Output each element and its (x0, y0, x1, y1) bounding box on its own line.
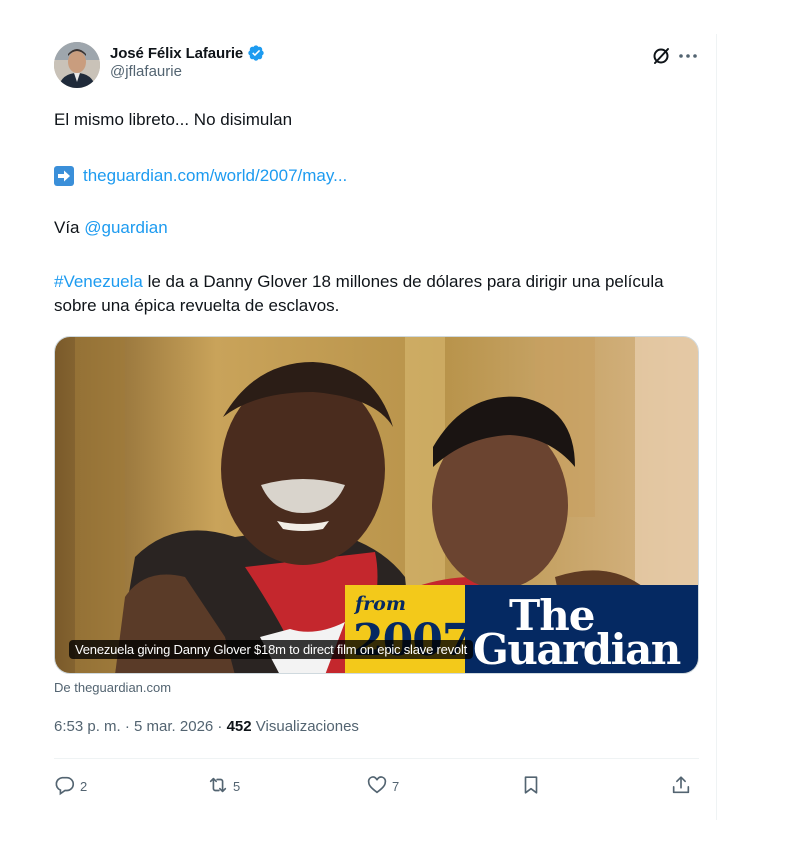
like-count: 7 (392, 779, 400, 794)
guardian-from-box: from 2007 (345, 585, 472, 673)
view-count: 452 (226, 718, 252, 735)
divider (54, 758, 699, 759)
bookmark-icon (520, 774, 542, 799)
reply-count: 2 (80, 779, 88, 794)
display-name[interactable]: José Félix Lafaurie (110, 45, 243, 62)
via-prefix: Vía (54, 218, 85, 237)
grok-icon[interactable] (651, 46, 671, 66)
via-line: Vía @guardian (54, 216, 168, 240)
reply-icon (54, 774, 76, 799)
more-icon[interactable] (677, 46, 699, 66)
tweet-header: José Félix Lafaurie @jflafaurie (54, 42, 699, 90)
timestamp[interactable]: 6:53 p. m. · 5 mar. 2026 · (54, 718, 227, 735)
link-card[interactable]: from 2007 The Guardian Venezuela giving … (54, 336, 699, 674)
repost-count: 5 (233, 779, 241, 794)
like-button[interactable]: 7 (366, 774, 399, 799)
author-names: José Félix Lafaurie @jflafaurie (110, 44, 265, 80)
tweet-body-text: le da a Danny Glover 18 millones de dóla… (54, 272, 664, 315)
reply-button[interactable]: 2 (54, 774, 87, 799)
brand-name: Guardian (473, 625, 681, 674)
like-icon (366, 774, 388, 799)
hashtag-venezuela[interactable]: #Venezuela (54, 272, 143, 291)
tweet-body: #Venezuela le da a Danny Glover 18 millo… (54, 270, 699, 318)
bookmark-button[interactable] (520, 774, 542, 799)
share-button[interactable] (670, 774, 692, 799)
tweet: José Félix Lafaurie @jflafaurie El mismo… (54, 42, 699, 796)
share-icon (670, 774, 692, 799)
action-bar: 2 5 7 (54, 774, 699, 802)
tweet-link-row: theguardian.com/world/2007/may... (54, 164, 347, 188)
handle[interactable]: @jflafaurie (110, 63, 265, 80)
avatar[interactable] (54, 42, 100, 88)
tweet-text-line1: El mismo libreto... No disimulan (54, 110, 293, 129)
card-source[interactable]: De theguardian.com (54, 680, 171, 695)
repost-button[interactable]: 5 (207, 774, 240, 799)
brand-from: from (355, 593, 406, 615)
column-divider (716, 34, 717, 820)
mention-guardian[interactable]: @guardian (84, 218, 167, 237)
guardian-logo: The Guardian (465, 585, 698, 674)
tweet-meta: 6:53 p. m. · 5 mar. 2026 · 452 Visualiza… (54, 718, 359, 735)
name-row: José Félix Lafaurie (110, 44, 265, 62)
verified-icon (247, 44, 265, 62)
views-label: Visualizaciones (251, 718, 359, 735)
repost-icon (207, 774, 229, 799)
card-caption: Venezuela giving Danny Glover $18m to di… (69, 640, 474, 659)
arrow-right-icon (54, 166, 74, 186)
article-link[interactable]: theguardian.com/world/2007/may... (83, 164, 347, 188)
